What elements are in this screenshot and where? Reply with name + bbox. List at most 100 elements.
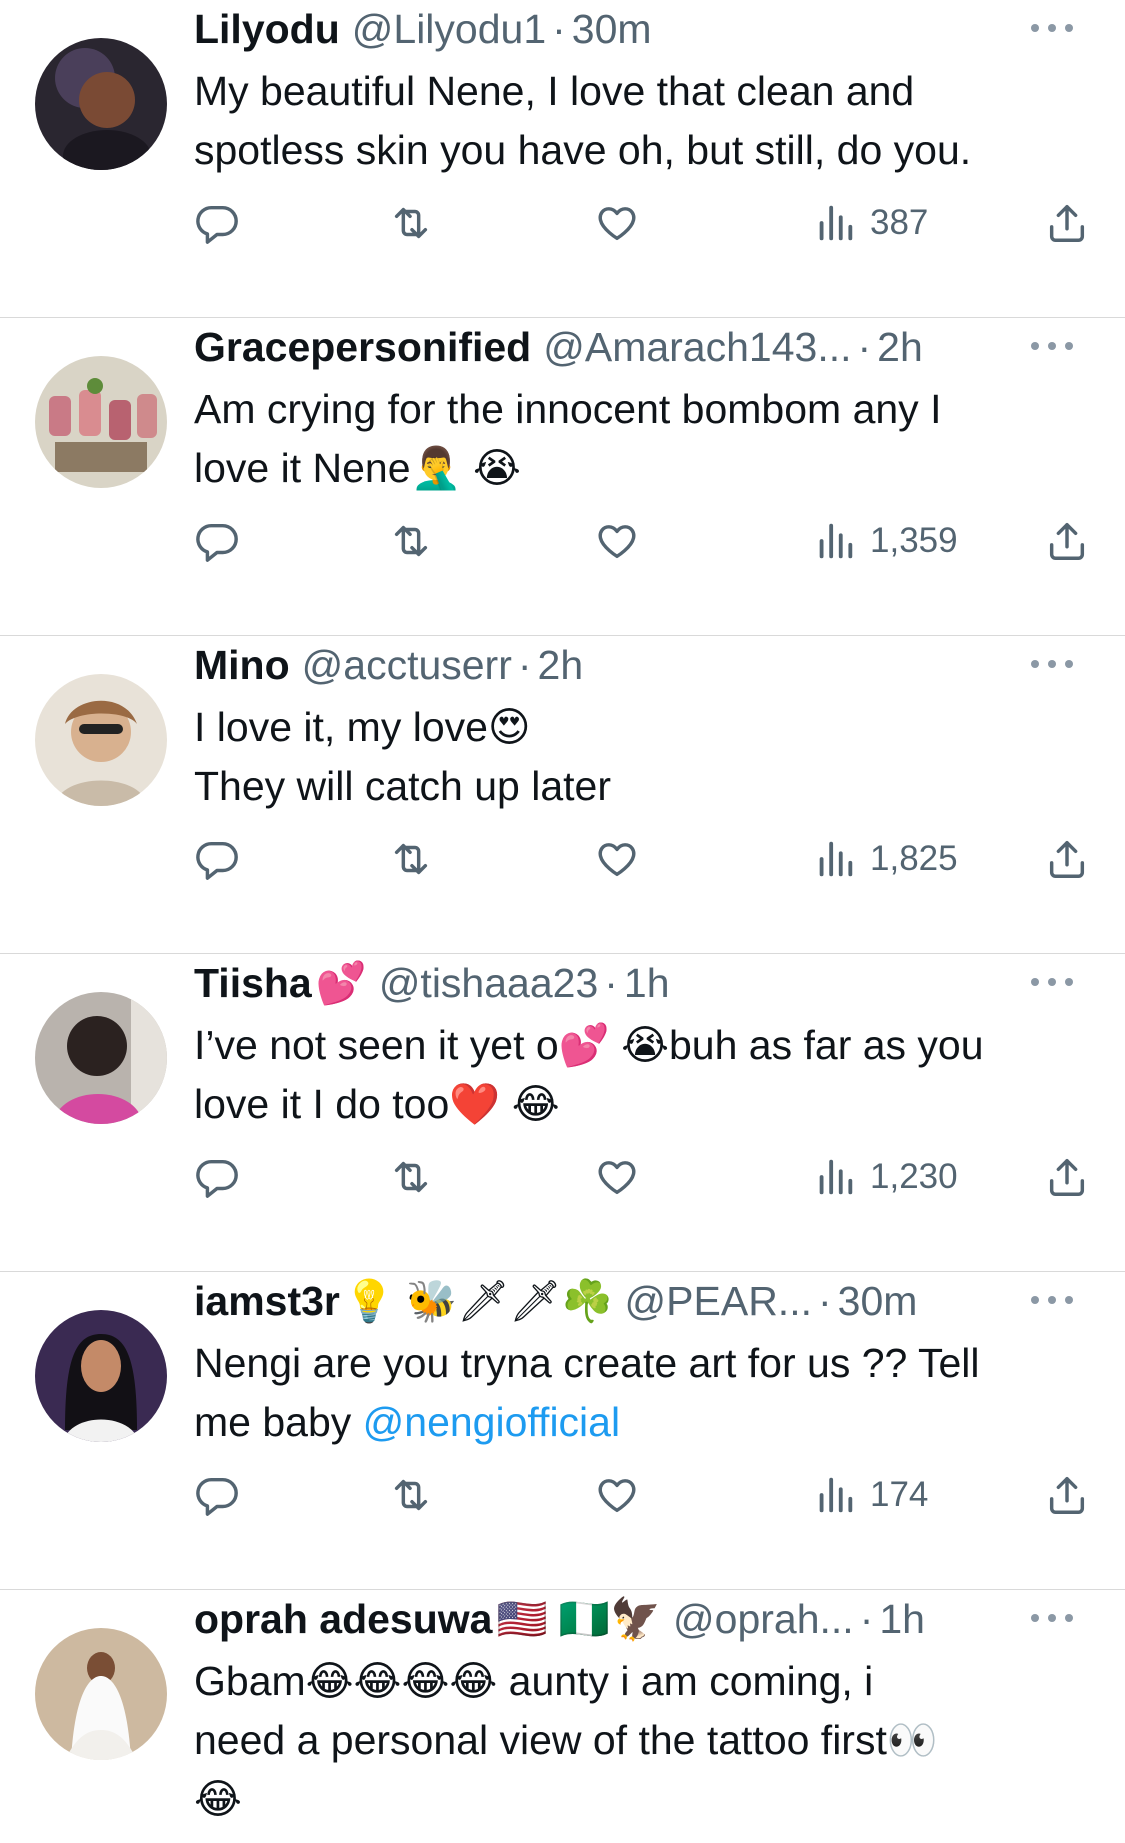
more-icon[interactable] — [1031, 1602, 1073, 1632]
views-count: 387 — [870, 203, 929, 242]
reply-button[interactable] — [194, 511, 240, 571]
tweet-line: love it Nene🤦‍♂️ 😭 — [194, 445, 521, 491]
user-handle[interactable]: @oprah... — [673, 1596, 854, 1642]
reply-tweet[interactable]: Lilyodu @Lilyodu1 · 30m My beautiful Nene, … — [0, 0, 1125, 318]
reply-tweet[interactable]: Mino @acctuserr · 2h I love it, my love😍 Th… — [0, 636, 1125, 954]
tweet-text: Am crying for the innocent bombom any I … — [194, 380, 1090, 498]
more-icon[interactable] — [1031, 12, 1073, 42]
avatar[interactable] — [35, 1628, 167, 1760]
tweet-line: I love it, my love😍 — [194, 704, 531, 750]
like-button[interactable] — [594, 193, 640, 253]
display-name[interactable]: oprah adesuwa — [194, 1596, 492, 1642]
share-icon — [1049, 1476, 1085, 1514]
share-icon — [1049, 840, 1085, 878]
user-handle[interactable]: @tishaaa23 — [379, 960, 598, 1006]
user-handle[interactable]: @acctuserr — [302, 642, 512, 688]
share-button[interactable] — [1044, 193, 1090, 253]
separator-dot: · — [817, 1278, 832, 1324]
share-button[interactable] — [1044, 1147, 1090, 1207]
action-bar: 387 — [194, 193, 1090, 253]
avatar[interactable] — [35, 992, 167, 1124]
retweet-icon — [394, 1161, 428, 1193]
separator-dot: · — [857, 324, 872, 370]
reply-tweet[interactable]: oprah adesuwa🇺🇸 🇳🇬🦅 @oprah... · 1h Gbam😂😂😂😂… — [0, 1590, 1125, 1842]
tweet-line: 😂 — [194, 1776, 242, 1822]
reply-tweet[interactable]: Gracepersonified @Amarach143... · 2h Am cry… — [0, 318, 1125, 636]
tweet-text: Nengi are you tryna create art for us ??… — [194, 1334, 1090, 1452]
tweet-line: me baby — [194, 1399, 363, 1445]
reply-tweet[interactable]: Tiisha💕 @tishaaa23 · 1h I’ve not seen it ye… — [0, 954, 1125, 1272]
timestamp[interactable]: 30m — [572, 6, 652, 52]
views-icon — [819, 841, 853, 877]
like-icon — [598, 843, 636, 877]
views-button[interactable]: 1,825 — [812, 829, 958, 889]
timestamp[interactable]: 30m — [838, 1278, 918, 1324]
separator-dot: · — [517, 642, 532, 688]
views-count: 174 — [870, 1475, 929, 1514]
user-handle[interactable]: @Amarach143... — [543, 324, 851, 370]
retweet-button[interactable] — [388, 193, 434, 253]
tweet-text: Gbam😂😂😂😂 aunty i am coming, i need a per… — [194, 1652, 1090, 1829]
retweet-button[interactable] — [388, 829, 434, 889]
display-name[interactable]: Mino — [194, 642, 290, 688]
share-icon — [1049, 522, 1085, 560]
avatar[interactable] — [35, 674, 167, 806]
like-button[interactable] — [594, 829, 640, 889]
user-handle[interactable]: @Lilyodu1 — [352, 6, 546, 52]
mention-link[interactable]: @nengiofficial — [363, 1399, 620, 1445]
share-icon — [1049, 1158, 1085, 1196]
more-icon[interactable] — [1031, 330, 1073, 360]
tweet-header: Mino @acctuserr · 2h — [194, 640, 995, 690]
tweet-line: Nengi are you tryna create art for us ??… — [194, 1340, 980, 1386]
views-button[interactable]: 387 — [812, 193, 928, 253]
share-button[interactable] — [1044, 829, 1090, 889]
views-count: 1,825 — [870, 839, 958, 878]
reply-tweet[interactable]: iamst3r💡 🐝🗡🗡☘️ @PEAR... · 30m Nengi are you… — [0, 1272, 1125, 1590]
reply-button[interactable] — [194, 1147, 240, 1207]
retweet-button[interactable] — [388, 511, 434, 571]
views-count: 1,359 — [870, 521, 958, 560]
share-button[interactable] — [1044, 511, 1090, 571]
reply-button[interactable] — [194, 193, 240, 253]
reply-button[interactable] — [194, 829, 240, 889]
timestamp[interactable]: 2h — [538, 642, 584, 688]
tweet-header: oprah adesuwa🇺🇸 🇳🇬🦅 @oprah... · 1h — [194, 1594, 995, 1644]
avatar[interactable] — [35, 38, 167, 170]
share-icon — [1049, 204, 1085, 242]
display-name[interactable]: iamst3r — [194, 1278, 340, 1324]
share-button[interactable] — [1044, 1465, 1090, 1525]
display-name[interactable]: Gracepersonified — [194, 324, 531, 370]
name-emoji: 🇺🇸 🇳🇬🦅 — [496, 1596, 662, 1642]
like-button[interactable] — [594, 1465, 640, 1525]
user-handle[interactable]: @PEAR... — [625, 1278, 812, 1324]
retweet-button[interactable] — [388, 1147, 434, 1207]
views-button[interactable]: 174 — [812, 1465, 928, 1525]
tweet-header: Lilyodu @Lilyodu1 · 30m — [194, 4, 995, 54]
views-button[interactable]: 1,230 — [812, 1147, 958, 1207]
reply-icon — [196, 1159, 238, 1198]
timestamp[interactable]: 1h — [879, 1596, 925, 1642]
display-name[interactable]: Tiisha — [194, 960, 312, 1006]
action-bar: 1,359 — [194, 511, 1090, 571]
views-button[interactable]: 1,359 — [812, 511, 958, 571]
avatar[interactable] — [35, 356, 167, 488]
more-icon[interactable] — [1031, 966, 1073, 996]
separator-dot: · — [859, 1596, 874, 1642]
retweet-button[interactable] — [388, 1465, 434, 1525]
views-count: 1,230 — [870, 1157, 958, 1196]
display-name[interactable]: Lilyodu — [194, 6, 340, 52]
separator-dot: · — [604, 960, 618, 1006]
like-button[interactable] — [594, 511, 640, 571]
views-icon — [819, 523, 853, 559]
like-icon — [598, 1479, 636, 1513]
timestamp[interactable]: 1h — [624, 960, 670, 1006]
avatar[interactable] — [35, 1310, 167, 1442]
reply-button[interactable] — [194, 1465, 240, 1525]
action-bar: 1,825 — [194, 829, 1090, 889]
timestamp[interactable]: 2h — [877, 324, 923, 370]
like-button[interactable] — [594, 1147, 640, 1207]
views-icon — [819, 205, 853, 241]
more-icon[interactable] — [1031, 1284, 1073, 1314]
more-icon[interactable] — [1031, 648, 1073, 678]
retweet-icon — [394, 207, 428, 239]
